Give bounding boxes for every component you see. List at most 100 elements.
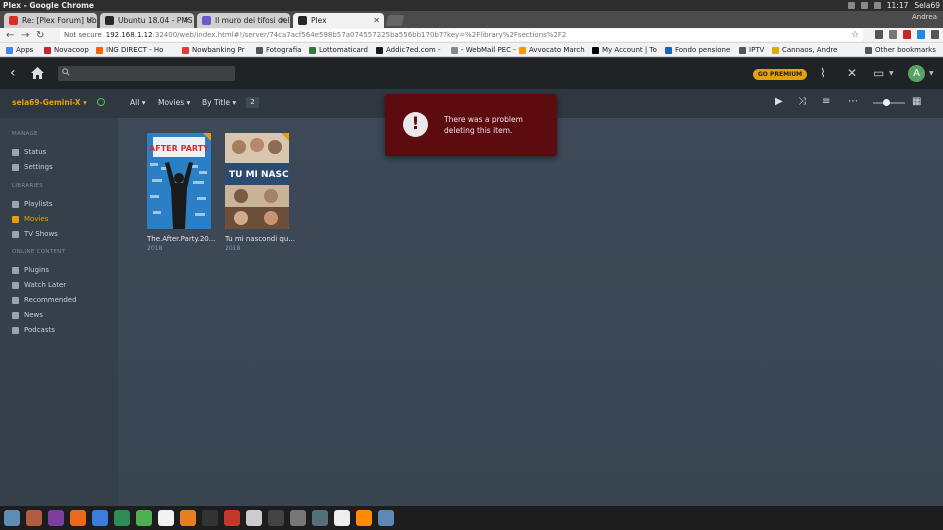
item-title[interactable]: Tu mi nascondi qu... [225, 235, 295, 243]
profile-name[interactable]: Andrea [912, 13, 937, 21]
bookmark-item[interactable]: - WebMail PEC - [451, 43, 516, 57]
slider-knob[interactable] [883, 99, 890, 106]
extension-icon[interactable] [875, 30, 883, 39]
tab-ubuntu[interactable]: Ubuntu 18.04 - PMS ✕ [100, 13, 194, 28]
bookmark-item[interactable]: Novacoop [44, 43, 89, 57]
item-year: 2018 [225, 245, 241, 252]
poster-size-slider[interactable] [873, 99, 905, 106]
sidebar-item-plugins[interactable]: Plugins [12, 266, 49, 274]
launcher-app-icon[interactable] [180, 510, 196, 526]
launcher-app-icon[interactable] [158, 510, 174, 526]
sidebar-item-label: TV Shows [24, 230, 58, 238]
close-icon[interactable]: ✕ [373, 13, 380, 28]
launcher-app-icon[interactable] [92, 510, 108, 526]
launcher-app-icon[interactable] [136, 510, 152, 526]
not-secure-label[interactable]: Not secure [64, 31, 102, 39]
play-icon[interactable]: ▶ [775, 96, 783, 108]
launcher-app-icon[interactable] [26, 510, 42, 526]
bookmark-other[interactable]: Other bookmarks [865, 43, 936, 57]
extension-icon[interactable] [917, 30, 925, 39]
sort-selector[interactable]: By Title ▾ [202, 98, 236, 107]
queue-icon[interactable]: ≡ [822, 96, 830, 108]
bookmark-item[interactable]: Fondo pensione [665, 43, 730, 57]
search-input[interactable] [58, 66, 235, 81]
sidebar-item-podcasts[interactable]: Podcasts [12, 326, 55, 334]
settings-icon[interactable]: ✕ [847, 66, 857, 80]
bookmark-item[interactable]: Cannaos, Andre [772, 43, 837, 57]
sidebar-item-playlists[interactable]: Playlists [12, 200, 53, 208]
back-icon[interactable]: ‹ [10, 65, 16, 81]
sidebar-item-movies[interactable]: Movies [12, 215, 48, 223]
section-manage: MANAGE [12, 131, 38, 137]
bookmark-item[interactable]: Addic7ed.com - [376, 43, 440, 57]
launcher-app-icon[interactable] [268, 510, 284, 526]
launcher-app-icon[interactable] [290, 510, 306, 526]
launcher-app-icon[interactable] [114, 510, 130, 526]
error-toast[interactable]: ! There was a problem deleting this item… [385, 94, 557, 156]
menu-icon[interactable] [931, 30, 939, 39]
bookmark-item[interactable]: ING DIRECT - Ho [96, 43, 163, 57]
launcher-app-icon[interactable] [334, 510, 350, 526]
launcher-app-icon[interactable] [356, 510, 372, 526]
tab-forum[interactable]: Re: [Plex Forum] Ub ✕ [4, 13, 97, 28]
bookmark-item[interactable]: Fotografia [256, 43, 301, 57]
close-icon[interactable]: ✕ [279, 13, 286, 28]
clock[interactable]: 11:17 [887, 0, 909, 11]
launcher-app-icon[interactable] [48, 510, 64, 526]
home-icon[interactable] [30, 66, 45, 80]
more-icon[interactable]: ⋯ [848, 96, 858, 108]
new-tab-button[interactable] [385, 15, 405, 26]
sidebar-item-tv-shows[interactable]: TV Shows [12, 230, 58, 238]
reload-icon[interactable]: ↻ [36, 29, 44, 42]
launcher-app-icon[interactable] [224, 510, 240, 526]
tab-muro[interactable]: Il muro dei tifosi del ✕ [197, 13, 290, 28]
launcher-app-icon[interactable] [202, 510, 218, 526]
bookmark-item[interactable]: My Account | To [592, 43, 657, 57]
chevron-down-icon[interactable]: ▼ [929, 70, 934, 77]
bookmark-item[interactable]: Avvocato March [519, 43, 585, 57]
close-icon[interactable]: ✕ [183, 13, 190, 28]
sidebar-item-watch-later[interactable]: Watch Later [12, 281, 66, 289]
server-selector[interactable]: sela69-Gemini-X ▾ [12, 98, 87, 107]
bookmark-item[interactable]: Nowbanking Pr [182, 43, 245, 57]
bookmark-item[interactable]: Lottomaticard [309, 43, 368, 57]
go-premium-button[interactable]: GO PREMIUM [753, 69, 807, 80]
filter-type[interactable]: Movies ▾ [158, 98, 190, 107]
sidebar-item-status[interactable]: Status [12, 148, 46, 156]
user-menu[interactable]: Sela69 [914, 0, 940, 11]
launcher-app-icon[interactable] [70, 510, 86, 526]
sound-icon[interactable] [873, 2, 881, 9]
activity-icon[interactable]: ⌇ [820, 66, 826, 80]
launcher-app-icon[interactable] [4, 510, 20, 526]
grid-view-icon[interactable]: ▦ [912, 96, 921, 108]
bookmark-icon [451, 46, 458, 54]
bookmark-label: Lottomaticard [319, 46, 368, 54]
cast-icon[interactable]: ▭ [873, 66, 884, 80]
filter-all[interactable]: All ▾ [130, 98, 145, 107]
tab-plex[interactable]: Plex ✕ [293, 13, 384, 28]
bookmark-item[interactable]: IPTV [739, 43, 764, 57]
sidebar-item-recommended[interactable]: Recommended [12, 296, 77, 304]
close-icon[interactable]: ✕ [86, 13, 93, 28]
sidebar-item-settings[interactable]: Settings [12, 163, 53, 171]
poster-after-party[interactable]: AFTER PARTY [147, 133, 211, 229]
launcher-app-icon[interactable] [378, 510, 394, 526]
shuffle-icon[interactable]: ⤨ [798, 96, 806, 108]
keyboard-icon[interactable] [860, 2, 868, 9]
extension-icon[interactable] [903, 30, 911, 39]
url-input[interactable]: Not secure 192.168.1.12:32400/web/index.h… [60, 29, 863, 41]
back-icon[interactable]: ← [6, 29, 14, 42]
bookmark-apps[interactable]: Apps [6, 43, 33, 57]
avatar[interactable]: A [908, 65, 925, 82]
forward-icon[interactable]: → [21, 29, 29, 42]
wifi-icon[interactable] [847, 2, 855, 9]
launcher-app-icon[interactable] [312, 510, 328, 526]
launcher-app-icon[interactable] [246, 510, 262, 526]
chevron-down-icon[interactable]: ▼ [889, 70, 894, 77]
poster-tu-mi-nascondi[interactable]: TU MI NASCONDI [225, 133, 289, 229]
sidebar-item-label: Podcasts [24, 326, 55, 334]
bookmark-star-icon[interactable]: ☆ [851, 29, 859, 42]
extension-icon[interactable] [889, 30, 897, 39]
sidebar-item-news[interactable]: News [12, 311, 43, 319]
item-title[interactable]: The.After.Party.20... [147, 235, 215, 243]
